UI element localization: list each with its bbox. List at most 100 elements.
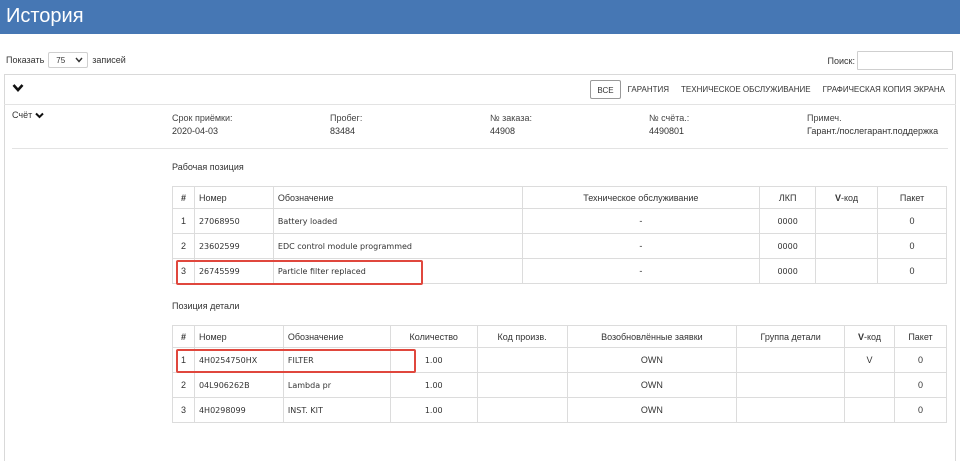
cell-vcode: [844, 372, 895, 398]
order-label: № заказа:: [490, 113, 532, 123]
chevron-down-icon: [75, 57, 83, 63]
account-label: Счёт: [12, 110, 33, 120]
cell-vcode: [815, 208, 879, 234]
col-group: Группа детали: [736, 325, 846, 348]
search-label: Поиск:: [827, 55, 855, 66]
col-designation: Обозначение: [272, 186, 523, 209]
cell-package: 0: [893, 397, 948, 423]
receipt-date: Срок приёмки: 2020-04-03: [172, 112, 233, 138]
table-row[interactable]: 3 26745599 Particle filter replaced - 00…: [172, 258, 947, 284]
table-row[interactable]: 1 4H0254750HX FILTER 1.00 OWN V 0: [172, 347, 948, 373]
work-positions-table: # Номер Обозначение Техническое обслужив…: [172, 186, 947, 284]
header-bar: История: [0, 0, 960, 34]
cell-vcode: [844, 397, 895, 423]
cell-quantity: 1.00: [389, 347, 478, 373]
cell-designation: FILTER: [282, 347, 391, 373]
col-num: #: [172, 186, 195, 209]
cell-designation: INST. KIT: [282, 397, 391, 423]
table-row[interactable]: 3 4H0298099 INST. KIT 1.00 OWN 0: [172, 397, 948, 423]
cell-designation: Particle filter replaced: [272, 258, 523, 284]
col-number: Номер: [193, 325, 284, 348]
table-header-row: # Номер Обозначение Количество Код произ…: [172, 325, 948, 348]
filter-maintenance-button[interactable]: ТЕХНИЧЕСКОЕ ОБСЛУЖИВАНИЕ: [676, 80, 816, 99]
note-label: Примеч.: [807, 113, 842, 123]
divider: [4, 104, 956, 105]
cell-maintenance: -: [521, 233, 761, 259]
col-quantity: Количество: [389, 325, 478, 348]
cell-renewed: OWN: [566, 372, 738, 398]
cell-package: 0: [893, 347, 948, 373]
cell-number: 27068950: [193, 208, 274, 234]
col-maintenance: Техническое обслуживание: [521, 186, 761, 209]
parts-table: # Номер Обозначение Количество Код произ…: [172, 325, 948, 423]
cell-num: 2: [172, 233, 195, 259]
col-vcode-rest: -код: [841, 192, 859, 203]
table-row[interactable]: 2 23602599 EDC control module programmed…: [172, 233, 947, 259]
cell-prod-code: [476, 347, 568, 373]
search-control: Поиск:: [828, 51, 953, 70]
receipt-label: Срок приёмки:: [172, 113, 233, 123]
chevron-down-icon: [35, 112, 44, 118]
cell-package: 0: [893, 372, 948, 398]
divider: [12, 148, 948, 149]
page-title: История: [6, 5, 84, 27]
work-positions-title: Рабочая позиция: [172, 162, 244, 172]
cell-vcode: V: [844, 347, 895, 373]
order-value: 44908: [490, 126, 516, 136]
cell-designation: EDC control module programmed: [272, 233, 523, 259]
col-renewed: Возобновлённые заявки: [566, 325, 738, 348]
cell-designation: Lambda pr: [282, 372, 391, 398]
collapse-chevron-icon[interactable]: [12, 83, 24, 93]
cell-num: 1: [172, 347, 195, 373]
parts-title: Позиция детали: [172, 301, 240, 311]
mileage: Пробег: 83484: [330, 112, 362, 138]
table-row[interactable]: 2 04L906262B Lambda pr 1.00 OWN 0: [172, 372, 948, 398]
cell-group: [736, 372, 846, 398]
invoice-label: № счёта.:: [649, 113, 690, 123]
cell-prod-code: [476, 397, 568, 423]
cell-group: [736, 397, 846, 423]
cell-quantity: 1.00: [389, 372, 478, 398]
cell-num: 2: [172, 372, 195, 398]
cell-package: 0: [877, 233, 947, 259]
filter-all-button[interactable]: ВСЕ: [590, 80, 621, 99]
col-designation: Обозначение: [282, 325, 391, 348]
cell-num: 3: [172, 258, 195, 284]
col-package: Пакет: [893, 325, 948, 348]
col-prod-code: Код произв.: [476, 325, 568, 348]
cell-num: 3: [172, 397, 195, 423]
cell-package: 0: [877, 258, 947, 284]
page-length-control: Показать 75 записей: [6, 52, 126, 68]
col-package: Пакет: [877, 186, 947, 209]
cell-number: 26745599: [193, 258, 274, 284]
filter-screenshot-button[interactable]: ГРАФИЧЕСКАЯ КОПИЯ ЭКРАНА: [818, 80, 950, 99]
invoice-number: № счёта.: 4490801: [649, 112, 689, 138]
cell-num: 1: [172, 208, 195, 234]
note-value: Гарант./послегарант.поддержка: [807, 126, 939, 136]
col-vcode: V-код: [815, 186, 879, 209]
cell-maintenance: -: [521, 208, 761, 234]
cell-lkp: 0000: [759, 233, 817, 259]
show-prefix-label: Показать: [6, 55, 45, 65]
cell-maintenance: -: [521, 258, 761, 284]
cell-prod-code: [476, 372, 568, 398]
table-header-row: # Номер Обозначение Техническое обслужив…: [172, 186, 947, 209]
cell-number: 04L906262B: [193, 372, 284, 398]
search-input[interactable]: [857, 51, 953, 70]
cell-number: 23602599: [193, 233, 274, 259]
cell-number: 4H0254750HX: [193, 347, 284, 373]
page-length-select[interactable]: 75: [48, 52, 89, 68]
receipt-value: 2020-04-03: [172, 126, 219, 136]
col-lkp: ЛКП: [759, 186, 817, 209]
order-number: № заказа: 44908: [490, 112, 532, 138]
mileage-value: 83484: [330, 126, 356, 136]
filter-warranty-button[interactable]: ГАРАНТИЯ: [623, 80, 674, 99]
cell-group: [736, 347, 846, 373]
table-row[interactable]: 1 27068950 Battery loaded - 0000 0: [172, 208, 947, 234]
cell-number: 4H0298099: [193, 397, 284, 423]
page-length-value: 75: [56, 55, 66, 65]
cell-designation: Battery loaded: [272, 208, 523, 234]
show-suffix-label: записей: [92, 55, 126, 65]
account-toggle[interactable]: Счёт: [12, 110, 44, 120]
col-vcode: V-код: [844, 325, 895, 348]
